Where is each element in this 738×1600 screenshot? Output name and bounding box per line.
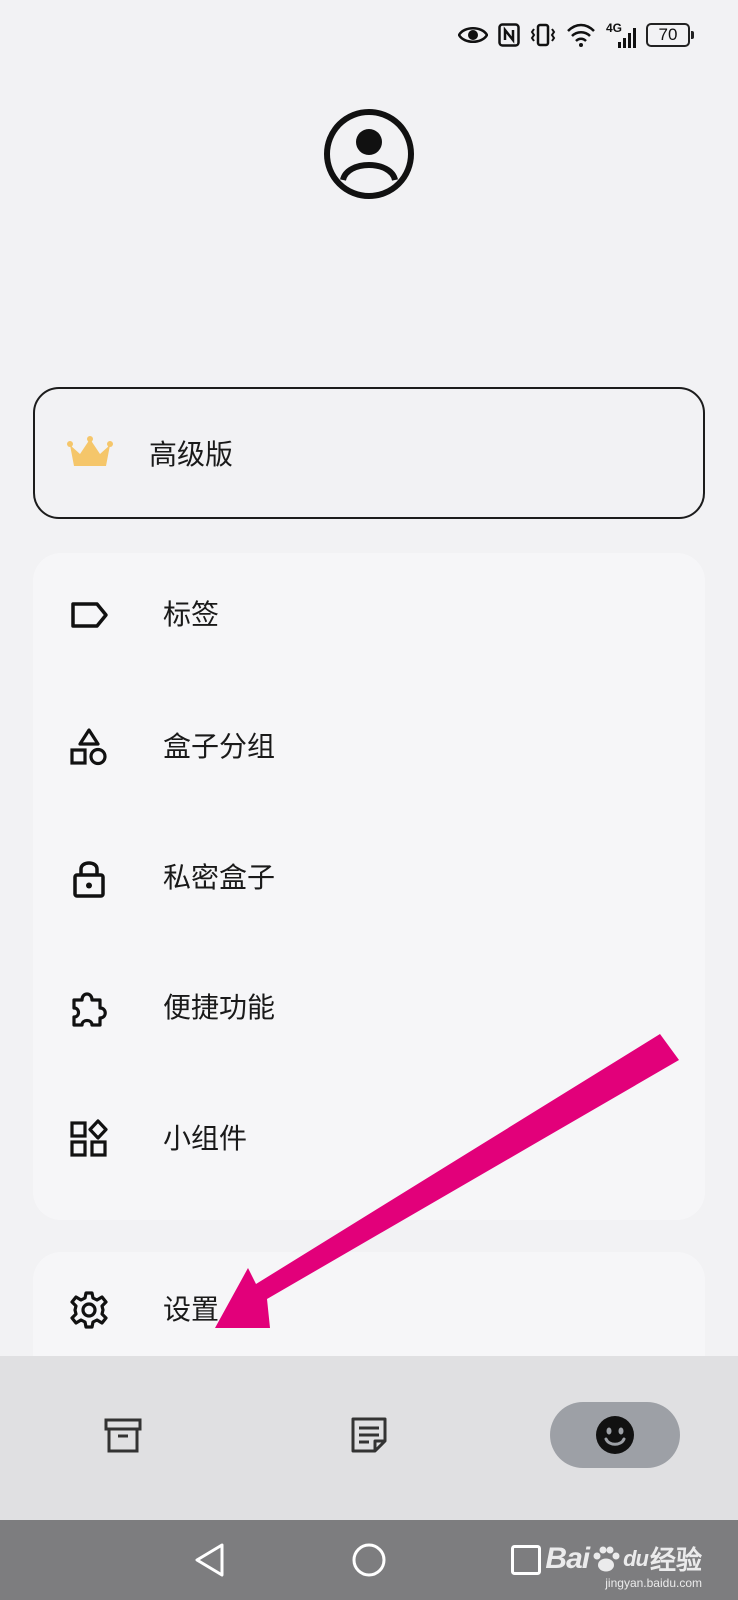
menu-item-label: 标签: [163, 599, 220, 630]
battery-level: 70: [658, 25, 678, 44]
signal-indicator: 4G: [606, 22, 636, 48]
app-screen: 4G 70 高级版 标签 盒子分组 私密盒子 便捷功能 小组件 设置 Bai d…: [0, 0, 738, 1600]
back-button[interactable]: [188, 1538, 232, 1582]
system-navigation-bar: Bai du 经验 jingyan.baidu.com: [0, 1520, 738, 1600]
watermark-url: jingyan.baidu.com: [605, 1576, 702, 1590]
nav-notes-button[interactable]: [336, 1402, 402, 1468]
paw-icon: [593, 1546, 620, 1571]
menu-item-label: 便捷功能: [163, 992, 276, 1023]
vibrate-icon: [530, 23, 556, 47]
status-bar: 4G 70: [458, 18, 694, 52]
menu-item-private-box[interactable]: 私密盒子: [33, 828, 705, 928]
nfc-icon: [498, 23, 520, 47]
note-icon: [351, 1417, 387, 1453]
nav-profile-button[interactable]: [550, 1402, 680, 1468]
back-icon: [195, 1543, 224, 1577]
gear-icon: [70, 1291, 108, 1329]
baidu-watermark: Bai du 经验 jingyan.baidu.com: [545, 1540, 702, 1591]
recents-button[interactable]: [504, 1538, 548, 1582]
battery-icon: 70: [646, 23, 694, 47]
menu-item-label: 盒子分组: [163, 731, 276, 762]
crown-icon: [67, 436, 113, 466]
menu-item-label: 设置: [163, 1294, 220, 1325]
menu-item-tags[interactable]: 标签: [33, 565, 705, 665]
smiley-icon: [596, 1416, 634, 1454]
home-icon: [352, 1543, 386, 1577]
tag-icon: [71, 602, 108, 628]
puzzle-icon: [72, 992, 107, 1027]
watermark-product: 经验: [649, 1545, 702, 1575]
menu-item-label: 私密盒子: [163, 862, 276, 893]
settings-card: 设置: [33, 1252, 705, 1372]
home-button[interactable]: [347, 1538, 391, 1582]
lock-icon: [73, 861, 105, 898]
menu-item-settings[interactable]: 设置: [33, 1260, 705, 1360]
widgets-icon: [70, 1119, 108, 1157]
watermark-brand-suffix: du: [623, 1545, 649, 1571]
menu-card: 标签 盒子分组 私密盒子 便捷功能 小组件: [33, 553, 705, 1220]
menu-item-widgets[interactable]: 小组件: [33, 1089, 705, 1189]
menu-item-quick-functions[interactable]: 便捷功能: [33, 958, 705, 1058]
premium-label: 高级版: [149, 439, 234, 470]
premium-card[interactable]: 高级版: [33, 387, 705, 519]
archive-box-icon: [104, 1418, 142, 1453]
wifi-icon: [567, 23, 595, 47]
signal-icon: [618, 28, 636, 48]
watermark-brand: Bai: [545, 1541, 590, 1575]
eye-icon: [458, 27, 488, 43]
shapes-icon: [70, 728, 107, 766]
nav-archive-button[interactable]: [90, 1402, 156, 1468]
menu-item-box-groups[interactable]: 盒子分组: [33, 697, 705, 797]
bottom-navigation: [0, 1356, 738, 1520]
menu-item-label: 小组件: [163, 1123, 248, 1154]
user-circle-icon[interactable]: [323, 108, 415, 200]
recents-icon: [511, 1545, 541, 1575]
